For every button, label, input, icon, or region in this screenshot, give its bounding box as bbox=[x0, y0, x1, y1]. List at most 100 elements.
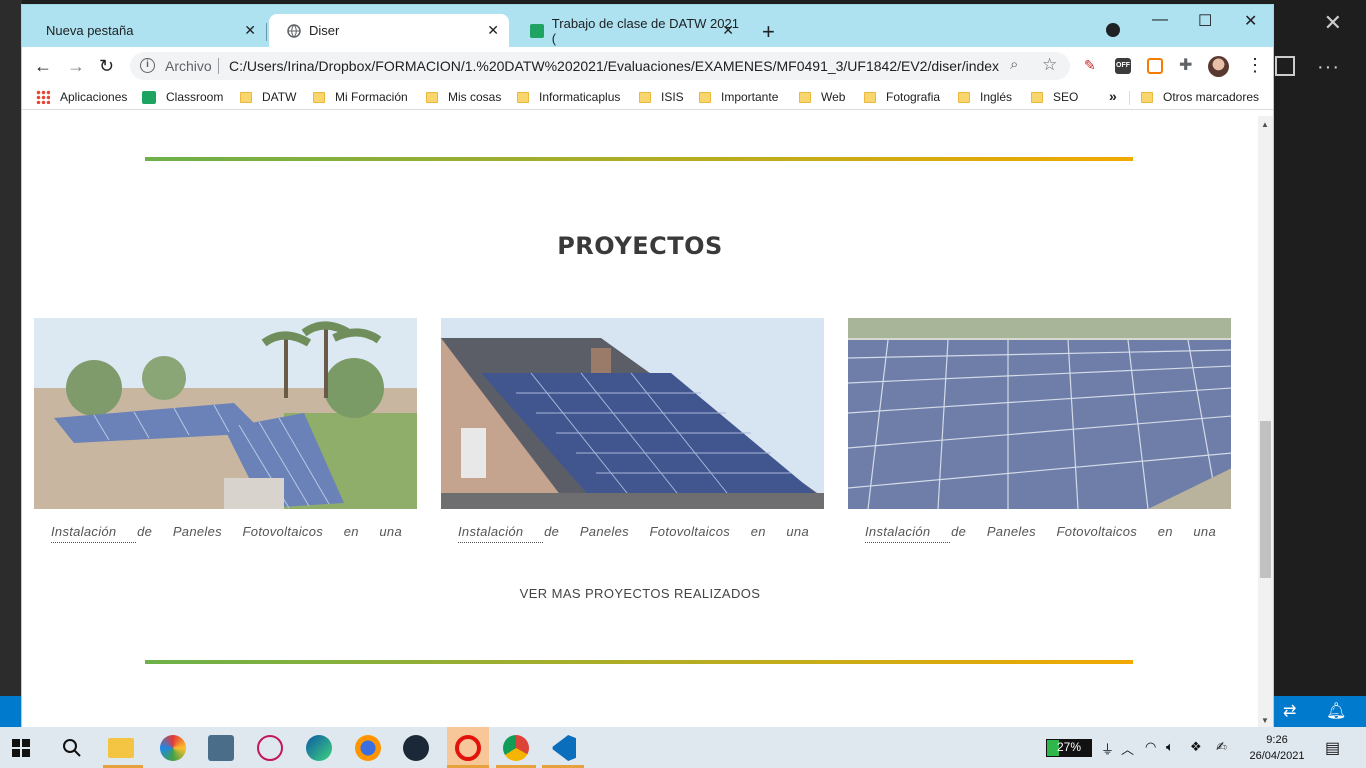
bookmark-datw[interactable]: DATW bbox=[240, 90, 296, 104]
info-icon[interactable]: i bbox=[140, 58, 155, 73]
project-photo-ground-panels[interactable] bbox=[34, 318, 417, 509]
folder-icon bbox=[639, 91, 651, 103]
file-explorer-icon[interactable] bbox=[108, 738, 134, 758]
reload-icon[interactable]: ↻ bbox=[99, 56, 114, 77]
bell-icon[interactable]: 🔔︎ bbox=[1326, 701, 1346, 721]
chrome-icon[interactable] bbox=[503, 735, 529, 761]
bookmark-ingles[interactable]: Inglés bbox=[958, 90, 1012, 104]
firefox-icon[interactable] bbox=[355, 735, 381, 761]
power-plug-icon[interactable]: ⏚ bbox=[1101, 739, 1114, 758]
chevron-up-icon[interactable]: ︿ bbox=[1121, 739, 1134, 758]
editor-close-icon[interactable]: ✕ bbox=[1324, 10, 1342, 36]
project-card[interactable]: Instalación de Paneles Fotovoltaicos en … bbox=[441, 318, 824, 543]
clock-date: 26/04/2021 bbox=[1249, 750, 1305, 762]
editor-more-icon[interactable]: ··· bbox=[1317, 56, 1340, 79]
project-card[interactable]: Instalación de Paneles Fotovoltaicos en … bbox=[848, 318, 1231, 543]
project-caption: Instalación de Paneles Fotovoltaicos en … bbox=[865, 524, 1216, 539]
volume-icon[interactable]: 🔈︎ bbox=[1166, 739, 1174, 755]
address-bar[interactable]: i Archivo C:/Users/Irina/Dropbox/FORMACI… bbox=[130, 52, 1070, 80]
off-extension-icon[interactable]: OFF bbox=[1115, 58, 1131, 74]
clock[interactable]: 9:26 26/04/2021 bbox=[1242, 732, 1312, 764]
project-photo-solar-field[interactable] bbox=[848, 318, 1231, 509]
bookmark-informaticaplus[interactable]: Informaticaplus bbox=[517, 90, 620, 104]
remote-icon[interactable]: ⇄ bbox=[1283, 701, 1296, 721]
forward-arrow-icon[interactable]: → bbox=[67, 56, 85, 77]
bookmark-label: Inglés bbox=[980, 90, 1013, 104]
minimize-icon[interactable]: — bbox=[1152, 11, 1168, 29]
back-arrow-icon[interactable]: ← bbox=[34, 56, 52, 77]
close-window-icon[interactable]: ✕ bbox=[1244, 11, 1257, 31]
tab-search-icon[interactable] bbox=[1106, 23, 1120, 37]
steam-icon[interactable] bbox=[403, 735, 429, 761]
bookmarks-overflow-icon[interactable]: » bbox=[1109, 88, 1117, 104]
zoom-icon[interactable]: ⌕ bbox=[1010, 56, 1018, 73]
calculator-icon[interactable] bbox=[208, 735, 234, 761]
section-title: PROYECTOS bbox=[557, 232, 723, 260]
taskbar: 27% ⏚ ︿ ◠ 🔈︎ ❖ ✍︎ 9:26 26/04/2021 ▤ bbox=[0, 727, 1366, 768]
bookmark-isis[interactable]: ISIS bbox=[639, 90, 684, 104]
bookmark-label: Otros marcadores bbox=[1163, 90, 1260, 104]
wifi-icon[interactable]: ◠ bbox=[1145, 739, 1156, 755]
folder-icon bbox=[1031, 91, 1043, 103]
menu-kebab-icon[interactable]: ⋮ bbox=[1246, 55, 1264, 76]
bookmark-fotografia[interactable]: Fotografia bbox=[864, 90, 940, 104]
folder-icon bbox=[699, 91, 711, 103]
page-scrollbar[interactable]: ▲ ▼ bbox=[1258, 116, 1273, 727]
bookmark-classroom[interactable]: Classroom bbox=[142, 90, 223, 104]
search-icon[interactable] bbox=[62, 738, 82, 758]
maximize-icon[interactable]: ☐ bbox=[1198, 11, 1212, 31]
windows-start-icon[interactable] bbox=[12, 739, 30, 757]
dropbox-icon[interactable]: ❖ bbox=[1190, 739, 1202, 755]
gradient-divider bbox=[145, 157, 1133, 161]
more-projects-link[interactable]: VER MAS PROYECTOS REALIZADOS bbox=[22, 586, 1258, 601]
battery-indicator[interactable]: 27% bbox=[1046, 739, 1092, 757]
extensions-puzzle-icon[interactable]: ✚ bbox=[1179, 55, 1195, 74]
classroom-icon bbox=[142, 90, 156, 104]
bookmark-label: Importante bbox=[721, 90, 779, 104]
folder-icon bbox=[426, 91, 438, 103]
tab-diser[interactable]: Diser ✕ bbox=[269, 14, 509, 47]
paint-extension-icon[interactable]: ✎ bbox=[1084, 57, 1100, 73]
clock-time: 9:26 bbox=[1266, 734, 1288, 746]
browser-window: Nueva pestaña ✕ Diser ✕ Trabajo de clase… bbox=[22, 5, 1273, 727]
address-url[interactable]: C:/Users/Irina/Dropbox/FORMACION/1.%20DA… bbox=[229, 58, 999, 74]
bookmark-mis-cosas[interactable]: Mis cosas bbox=[426, 90, 501, 104]
bookmark-seo[interactable]: SEO bbox=[1031, 90, 1078, 104]
bookmark-otros-marcadores[interactable]: Otros marcadores bbox=[1141, 90, 1259, 104]
bookmark-importante[interactable]: Importante bbox=[699, 90, 778, 104]
profile-avatar[interactable] bbox=[1208, 56, 1229, 77]
orange-extension-icon[interactable] bbox=[1147, 58, 1163, 74]
editor-layout-icon[interactable] bbox=[1275, 56, 1295, 76]
opera-icon[interactable] bbox=[455, 735, 481, 761]
tab-close-icon[interactable]: ✕ bbox=[722, 22, 734, 39]
folder-icon bbox=[313, 91, 325, 103]
bookmark-aplicaciones[interactable]: Aplicaciones bbox=[36, 90, 127, 104]
new-tab-plus-icon[interactable]: + bbox=[762, 19, 775, 45]
bookmark-label: Aplicaciones bbox=[60, 90, 128, 104]
paint-app-icon[interactable] bbox=[160, 735, 186, 761]
project-card[interactable]: Instalación de Paneles Fotovoltaicos en … bbox=[34, 318, 417, 543]
folder-icon bbox=[240, 91, 252, 103]
scroll-up-icon[interactable]: ▲ bbox=[1261, 120, 1269, 129]
caption-link-underline bbox=[51, 542, 136, 543]
project-photo-roof-panels[interactable] bbox=[441, 318, 824, 509]
scrollbar-thumb[interactable] bbox=[1260, 421, 1271, 578]
tab-close-icon[interactable]: ✕ bbox=[244, 22, 256, 39]
bookmark-label: Mi Formación bbox=[335, 90, 408, 104]
scroll-down-icon[interactable]: ▼ bbox=[1261, 716, 1269, 725]
tab-close-icon[interactable]: ✕ bbox=[487, 22, 499, 39]
tab-new-tab[interactable]: Nueva pestaña ✕ bbox=[28, 14, 266, 47]
pen-icon[interactable]: ✍︎ bbox=[1216, 739, 1227, 755]
tab-classroom[interactable]: Trabajo de clase de DATW 2021 ( ✕ bbox=[512, 14, 744, 47]
background-editor-panel: ✕ ··· bbox=[1273, 0, 1366, 696]
snipping-tool-icon[interactable] bbox=[257, 735, 283, 761]
notifications-icon[interactable]: ▤ bbox=[1325, 738, 1340, 758]
bookmark-label: SEO bbox=[1053, 90, 1079, 104]
edge-icon[interactable] bbox=[306, 735, 332, 761]
bookmark-mi-formacion[interactable]: Mi Formación bbox=[313, 90, 408, 104]
bookmark-web[interactable]: Web bbox=[799, 90, 845, 104]
bookmark-star-icon[interactable]: ☆ bbox=[1042, 55, 1057, 75]
folder-icon bbox=[1141, 91, 1153, 103]
bookmark-label: Web bbox=[821, 90, 846, 104]
vscode-icon[interactable] bbox=[552, 735, 576, 761]
